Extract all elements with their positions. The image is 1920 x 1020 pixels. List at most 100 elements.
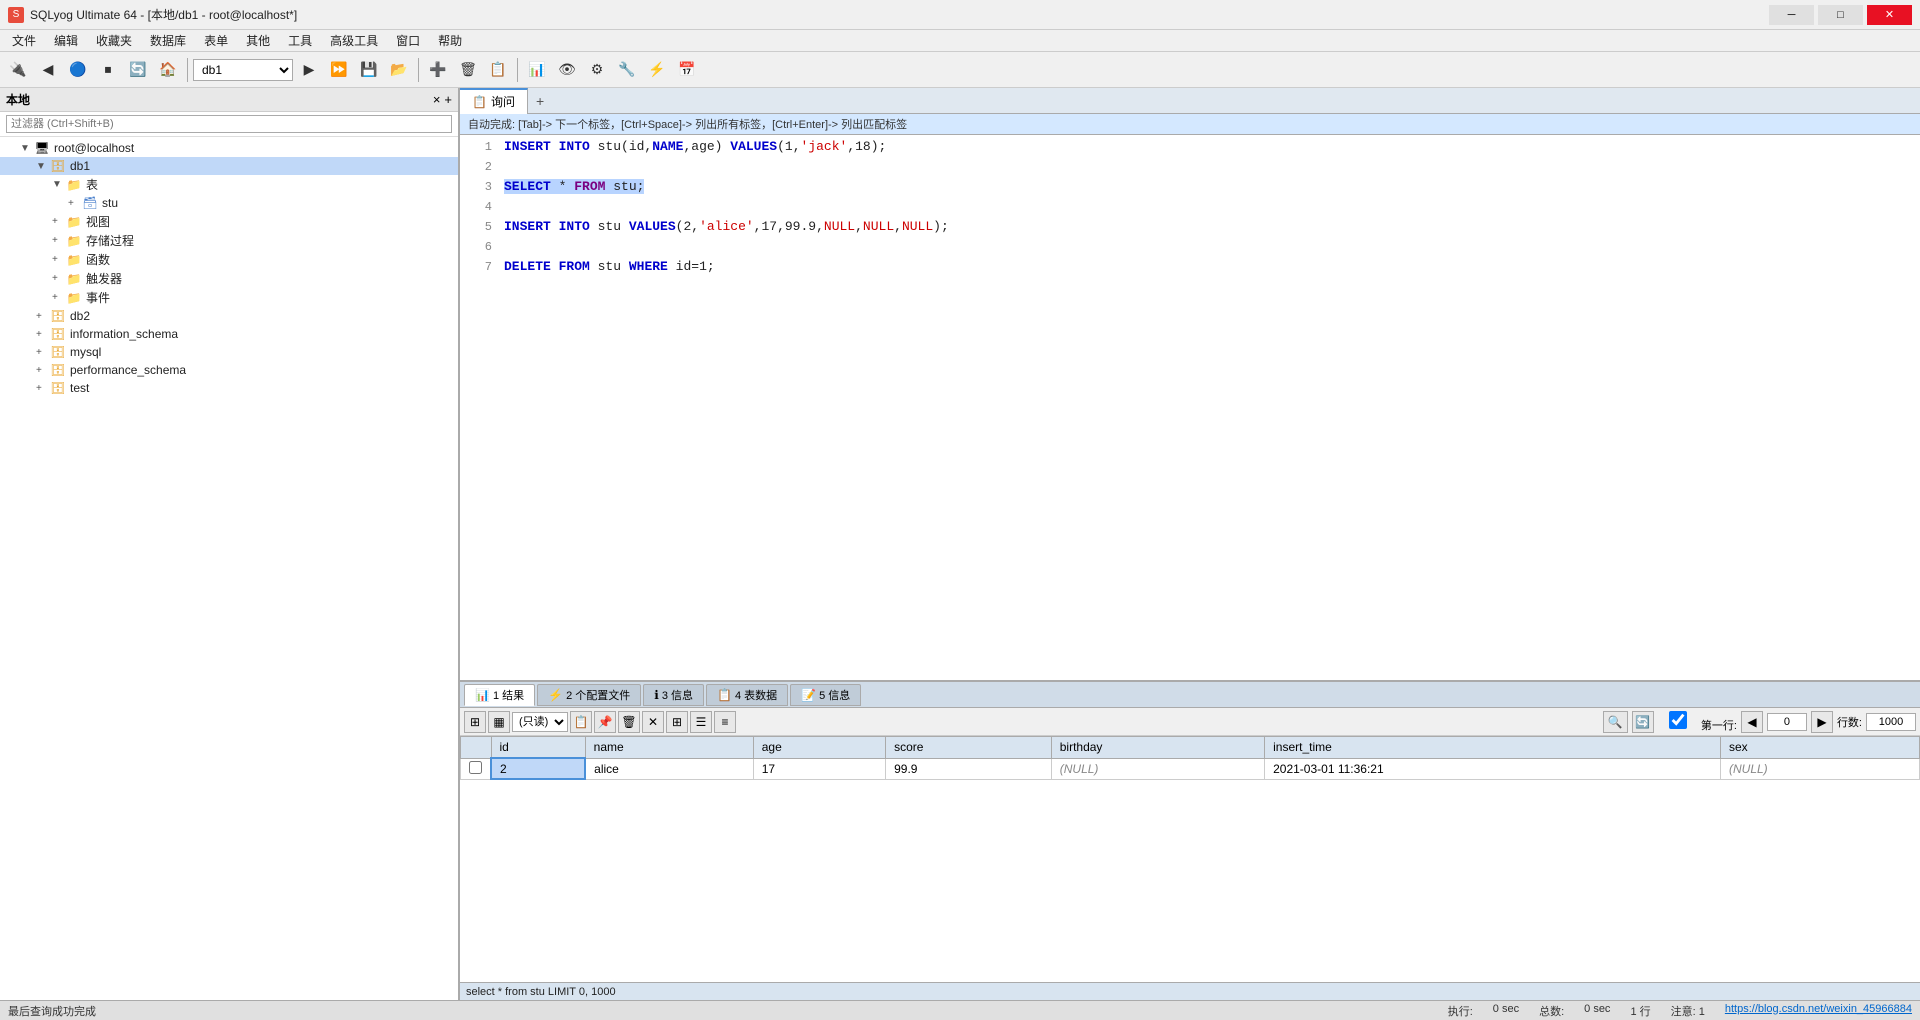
cell-sex[interactable]: (NULL) <box>1720 758 1919 779</box>
menu-item-高级工具[interactable]: 高级工具 <box>322 30 386 51</box>
result-paste-btn[interactable]: 📌 <box>594 711 616 733</box>
result-first-btn[interactable]: ⊞ <box>464 711 486 733</box>
close-button[interactable]: ✕ <box>1867 5 1912 25</box>
tree-item-tables[interactable]: ▼ 📁 表 <box>0 175 458 194</box>
result-grid-btn[interactable]: ▦ <box>488 711 510 733</box>
col-header-id[interactable]: id <box>491 737 585 759</box>
menu-item-编辑[interactable]: 编辑 <box>46 30 86 51</box>
toolbar-refresh[interactable]: 🔄 <box>124 56 152 84</box>
cell-birthday[interactable]: (NULL) <box>1051 758 1264 779</box>
rows-input[interactable] <box>1866 713 1916 731</box>
prev-page-btn[interactable]: ◀ <box>1741 711 1763 733</box>
tree-item-db2[interactable]: + 🗄 db2 <box>0 307 458 325</box>
sql-line-1: 1 INSERT INTO stu(id,NAME,age) VALUES(1,… <box>460 139 1920 159</box>
filter-btn[interactable]: 🔍 <box>1603 711 1628 733</box>
menu-item-文件[interactable]: 文件 <box>4 30 44 51</box>
toolbar-execute[interactable]: ▶ <box>295 56 323 84</box>
tree-item-triggers[interactable]: + 📁 触发器 <box>0 269 458 288</box>
col-header-name[interactable]: name <box>585 737 753 759</box>
toolbar-view[interactable]: 👁 <box>553 56 581 84</box>
next-page-btn[interactable]: ▶ <box>1811 711 1833 733</box>
result-delete-btn[interactable]: 🗑 <box>618 711 640 733</box>
menu-item-窗口[interactable]: 窗口 <box>388 30 428 51</box>
query-tab-icon: 📋 <box>472 95 487 109</box>
toolbar-stop[interactable]: ⏹ <box>94 56 122 84</box>
toolbar-event[interactable]: 📅 <box>673 56 701 84</box>
result-tab-3[interactable]: ℹ 3 信息 <box>643 684 704 706</box>
maximize-button[interactable]: □ <box>1818 5 1863 25</box>
sql-line-2: 2 <box>460 159 1920 179</box>
sql-editor[interactable]: 1 INSERT INTO stu(id,NAME,age) VALUES(1,… <box>460 135 1920 680</box>
status-url: https://blog.csdn.net/weixin_45966884 <box>1725 1003 1912 1019</box>
toolbar-forward[interactable]: 🔵 <box>64 56 92 84</box>
result-tab-2[interactable]: ⚡ 2 个配置文件 <box>537 684 641 706</box>
toolbar-trigger[interactable]: ⚡ <box>643 56 671 84</box>
toolbar-home[interactable]: 🏠 <box>154 56 182 84</box>
menu-item-其他[interactable]: 其他 <box>238 30 278 51</box>
tree-label-root: root@localhost <box>54 141 134 155</box>
menu-item-帮助[interactable]: 帮助 <box>430 30 470 51</box>
limit-checkbox[interactable] <box>1658 711 1698 729</box>
toolbar-save[interactable]: 💾 <box>355 56 383 84</box>
minimize-button[interactable]: ─ <box>1769 5 1814 25</box>
db-selector[interactable]: db1 <box>193 59 293 81</box>
toolbar-proc[interactable]: ⚙ <box>583 56 611 84</box>
col-header-insert-time[interactable]: insert_time <box>1265 737 1721 759</box>
result-table-view-btn[interactable]: ⊞ <box>666 711 688 733</box>
menu-item-工具[interactable]: 工具 <box>280 30 320 51</box>
cell-score[interactable]: 99.9 <box>886 758 1052 779</box>
add-query-tab-btn[interactable]: + <box>528 91 552 111</box>
cell-name[interactable]: alice <box>585 758 753 779</box>
cell-age[interactable]: 17 <box>753 758 885 779</box>
col-header-birthday[interactable]: birthday <box>1051 737 1264 759</box>
toolbar-open[interactable]: 📂 <box>385 56 413 84</box>
toolbar-new-connection[interactable]: 🔌 <box>4 56 32 84</box>
result-tab-4-icon: 📋 <box>717 688 732 702</box>
tree-item-db1[interactable]: ▼ 🗄 db1 <box>0 157 458 175</box>
result-copy-btn[interactable]: 📋 <box>570 711 592 733</box>
toolbar-copy[interactable]: 📋 <box>484 56 512 84</box>
toolbar-back[interactable]: ◀ <box>34 56 62 84</box>
result-text-view-btn[interactable]: ≡ <box>714 711 736 733</box>
result-tab-1[interactable]: 📊 1 结果 <box>464 684 535 706</box>
result-mode-select[interactable]: (只读) <box>512 712 568 732</box>
result-clear-btn[interactable]: ✕ <box>642 711 664 733</box>
col-header-age[interactable]: age <box>753 737 885 759</box>
refresh-btn[interactable]: 🔄 <box>1632 711 1654 733</box>
tree-item-procs[interactable]: + 📁 存储过程 <box>0 231 458 250</box>
table-row: 2 alice 17 99.9 (NULL) 2021-03-01 11:36:… <box>461 758 1920 779</box>
toolbar-delete[interactable]: 🗑 <box>454 56 482 84</box>
menu-item-收藏夹[interactable]: 收藏夹 <box>88 30 140 51</box>
tree-item-mysql[interactable]: + 🗄 mysql <box>0 343 458 361</box>
query-tab-1[interactable]: 📋 询问 <box>460 88 528 114</box>
sql-line-3: 3 SELECT * FROM stu; <box>460 179 1920 199</box>
tree-item-views[interactable]: + 📁 视图 <box>0 212 458 231</box>
cell-insert-time[interactable]: 2021-03-01 11:36:21 <box>1265 758 1721 779</box>
sql-line-7: 7 DELETE FROM stu WHERE id=1; <box>460 259 1920 279</box>
tree-item-test[interactable]: + 🗄 test <box>0 379 458 397</box>
toolbar-insert[interactable]: ➕ <box>424 56 452 84</box>
col-header-score[interactable]: score <box>886 737 1052 759</box>
menu-item-表单[interactable]: 表单 <box>196 30 236 51</box>
tree-item-stu[interactable]: + 🗃 stu <box>0 194 458 212</box>
menu-item-数据库[interactable]: 数据库 <box>142 30 194 51</box>
sidebar-add-btn[interactable]: + <box>444 92 452 107</box>
result-form-view-btn[interactable]: ☰ <box>690 711 712 733</box>
first-row-input[interactable] <box>1767 713 1807 731</box>
cell-id[interactable]: 2 <box>491 758 585 779</box>
col-header-sex[interactable]: sex <box>1720 737 1919 759</box>
result-tab-4[interactable]: 📋 4 表数据 <box>706 684 788 706</box>
toolbar-func[interactable]: 🔧 <box>613 56 641 84</box>
tree-item-events[interactable]: + 📁 事件 <box>0 288 458 307</box>
tree-item-funcs[interactable]: + 📁 函数 <box>0 250 458 269</box>
row-checkbox[interactable] <box>469 761 482 774</box>
result-tab-5[interactable]: 📝 5 信息 <box>790 684 861 706</box>
sidebar-close-btn[interactable]: × <box>433 92 441 107</box>
toolbar-execute-all[interactable]: ⏩ <box>325 56 353 84</box>
filter-input[interactable] <box>6 115 452 133</box>
tree-item-root[interactable]: ▼ 🖥 root@localhost <box>0 139 458 157</box>
toolbar-table[interactable]: 📊 <box>523 56 551 84</box>
tree-item-perf-schema[interactable]: + 🗄 performance_schema <box>0 361 458 379</box>
sidebar-header: 本地 × + <box>0 88 458 112</box>
tree-item-info-schema[interactable]: + 🗄 information_schema <box>0 325 458 343</box>
